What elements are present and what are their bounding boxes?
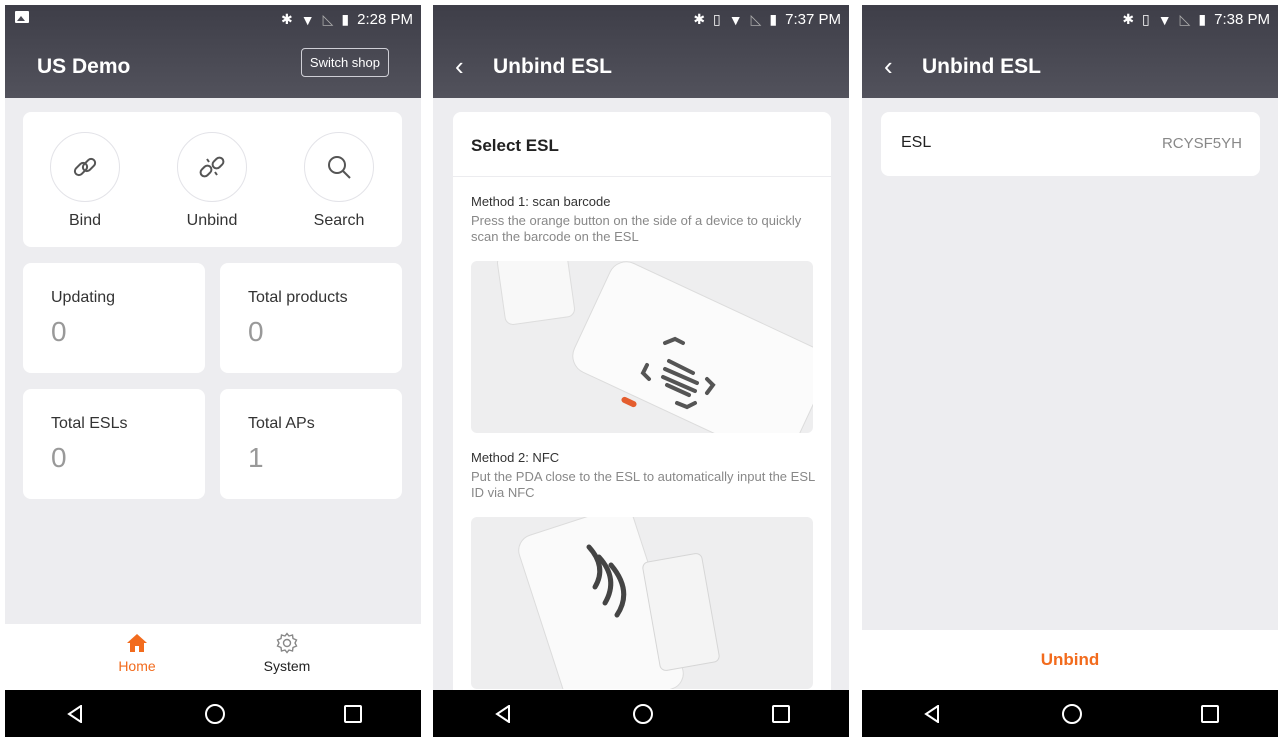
back-icon[interactable]: ‹ bbox=[884, 51, 893, 82]
stat-value: 0 bbox=[248, 316, 264, 347]
status-time: 7:37 PM bbox=[785, 11, 841, 28]
vibrate-icon: ▯ bbox=[713, 11, 721, 27]
quick-actions-card: Bind Unbind Search bbox=[23, 112, 402, 247]
home-screen: ✱ ▼ ◺ ▮ 2:28 PM US Demo Switch shop Bind… bbox=[5, 5, 421, 737]
vibrate-icon: ▯ bbox=[1142, 11, 1150, 27]
nav-recents-icon[interactable] bbox=[343, 704, 362, 723]
gear-icon bbox=[237, 632, 337, 658]
esl-label: ESL bbox=[901, 134, 932, 151]
bluetooth-icon: ✱ bbox=[693, 11, 706, 27]
status-bar: ✱ ▼ ◺ ▮ 2:28 PM bbox=[281, 11, 413, 28]
page-title: US Demo bbox=[37, 55, 131, 78]
stat-label: Total ESLs bbox=[51, 415, 128, 432]
wifi-icon: ▼ bbox=[728, 11, 743, 28]
bluetooth-icon: ✱ bbox=[1122, 11, 1135, 27]
battery-icon: ▮ bbox=[341, 11, 350, 27]
android-nav-bar bbox=[433, 690, 849, 737]
android-nav-bar bbox=[5, 690, 421, 737]
stat-updating[interactable]: Updating 0 bbox=[23, 263, 205, 373]
method2-title: Method 2: NFC bbox=[471, 450, 560, 465]
select-esl-card: Select ESL Method 1: scan barcode Press … bbox=[453, 112, 831, 712]
wifi-icon: ▼ bbox=[300, 11, 315, 28]
card-title: Select ESL bbox=[471, 136, 559, 155]
tab-home-label: Home bbox=[118, 658, 156, 674]
unbind-action[interactable]: Unbind bbox=[152, 132, 272, 230]
no-signal-icon: ◺ bbox=[1179, 11, 1191, 27]
android-nav-bar bbox=[862, 690, 1278, 737]
unbind-confirm-screen: ✱ ▯ ▼ ◺ ▮ 7:38 PM ‹ Unbind ESL ESL RCYSF… bbox=[862, 5, 1278, 737]
search-icon bbox=[304, 132, 374, 202]
bind-action[interactable]: Bind bbox=[25, 132, 145, 230]
status-bar-left bbox=[15, 11, 29, 23]
image-icon bbox=[15, 11, 29, 23]
nav-home-icon[interactable] bbox=[1061, 703, 1082, 724]
stat-label: Total products bbox=[248, 289, 348, 306]
page-title: Unbind ESL bbox=[493, 55, 612, 78]
home-icon bbox=[87, 632, 187, 658]
status-time: 7:38 PM bbox=[1214, 11, 1270, 28]
divider bbox=[453, 176, 831, 177]
method1-title: Method 1: scan barcode bbox=[471, 194, 611, 209]
status-bar: ✱ ▯ ▼ ◺ ▮ 7:38 PM bbox=[1122, 11, 1270, 28]
unbind-button[interactable]: Unbind bbox=[862, 630, 1278, 690]
tab-system[interactable]: System bbox=[237, 632, 337, 674]
stat-value: 0 bbox=[51, 442, 67, 473]
stat-value: 1 bbox=[248, 442, 264, 473]
stat-total-products[interactable]: Total products 0 bbox=[220, 263, 402, 373]
bluetooth-icon: ✱ bbox=[281, 11, 293, 27]
battery-icon: ▮ bbox=[769, 11, 778, 27]
stat-total-esls[interactable]: Total ESLs 0 bbox=[23, 389, 205, 499]
esl-field[interactable]: ESL RCYSF5YH bbox=[881, 112, 1260, 176]
stat-label: Updating bbox=[51, 289, 116, 306]
no-signal-icon: ◺ bbox=[750, 11, 762, 27]
nfc-illustration bbox=[471, 517, 813, 689]
status-bar: ✱ ▯ ▼ ◺ ▮ 7:37 PM bbox=[693, 11, 841, 28]
no-signal-icon: ◺ bbox=[322, 11, 334, 27]
nav-recents-icon[interactable] bbox=[1200, 704, 1219, 723]
link-icon bbox=[50, 132, 120, 202]
nav-back-icon[interactable] bbox=[921, 703, 943, 725]
stat-total-aps[interactable]: Total APs 1 bbox=[220, 389, 402, 499]
wifi-icon: ▼ bbox=[1157, 11, 1172, 28]
nav-home-icon[interactable] bbox=[632, 703, 653, 724]
method1-desc: Press the orange button on the side of a… bbox=[471, 213, 802, 244]
nav-back-icon[interactable] bbox=[64, 703, 86, 725]
tab-system-label: System bbox=[263, 658, 311, 674]
search-action[interactable]: Search bbox=[279, 132, 399, 230]
app-bar: ✱ ▯ ▼ ◺ ▮ 7:37 PM ‹ Unbind ESL bbox=[433, 5, 849, 98]
back-icon[interactable]: ‹ bbox=[455, 51, 464, 82]
nav-recents-icon[interactable] bbox=[771, 704, 790, 723]
esl-value: RCYSF5YH bbox=[1161, 135, 1242, 152]
bind-label: Bind bbox=[68, 212, 102, 229]
nav-home-icon[interactable] bbox=[204, 703, 225, 724]
status-time: 2:28 PM bbox=[357, 11, 413, 28]
bottom-tab-bar: Home System bbox=[5, 624, 421, 690]
app-bar: ✱ ▼ ◺ ▮ 2:28 PM US Demo Switch shop bbox=[5, 5, 421, 98]
stat-value: 0 bbox=[51, 316, 67, 347]
nav-back-icon[interactable] bbox=[492, 703, 514, 725]
app-bar: ✱ ▯ ▼ ◺ ▮ 7:38 PM ‹ Unbind ESL bbox=[862, 5, 1278, 98]
unbind-label: Unbind bbox=[186, 212, 238, 229]
method2-desc: Put the PDA close to the ESL to automati… bbox=[471, 469, 815, 500]
stat-label: Total APs bbox=[248, 415, 315, 432]
unlink-icon bbox=[177, 132, 247, 202]
page-title: Unbind ESL bbox=[922, 55, 1041, 78]
battery-icon: ▮ bbox=[1198, 11, 1207, 27]
switch-shop-button[interactable]: Switch shop bbox=[300, 48, 389, 77]
tab-home[interactable]: Home bbox=[87, 632, 187, 674]
scan-barcode-illustration bbox=[471, 261, 813, 433]
search-label: Search bbox=[313, 212, 365, 229]
unbind-select-screen: ✱ ▯ ▼ ◺ ▮ 7:37 PM ‹ Unbind ESL Select ES… bbox=[433, 5, 849, 737]
